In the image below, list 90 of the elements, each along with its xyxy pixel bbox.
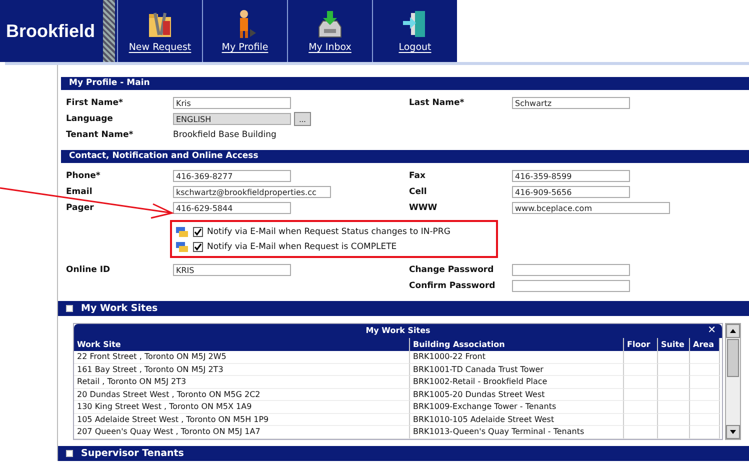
table-cell: [690, 376, 720, 388]
password-field[interactable]: [512, 264, 630, 276]
table-cell: [658, 376, 690, 388]
table-cell: BRK1009-Exchange Tower - Tenants: [410, 401, 624, 414]
table-cell: [658, 426, 690, 438]
field-label: WWW: [409, 203, 438, 213]
inbox-tray-icon: [316, 9, 344, 39]
text-field[interactable]: Schwartz: [512, 97, 630, 109]
table-cell: [624, 376, 658, 388]
table-cell: [658, 414, 690, 426]
lookup-button[interactable]: ...: [294, 112, 311, 126]
table-cell: [624, 388, 658, 401]
brookfield-logo: Brookfield: [0, 0, 103, 62]
section-header: Contact, Notification and Online Access: [61, 150, 749, 163]
table-cell: [624, 414, 658, 426]
field-label: Phone*: [66, 171, 102, 181]
table-cell: 20 Dundas Street West , Toronto ON M5G 2C2: [74, 388, 410, 401]
nav-button[interactable]: My Profile: [202, 0, 287, 62]
envelopes-icon: [175, 240, 189, 252]
field-label: Fax: [409, 171, 427, 181]
language-field[interactable]: ENGLISH: [173, 113, 291, 125]
text-field[interactable]: kschwartz@brookfieldproperties.cc: [173, 186, 331, 198]
table-cell: [658, 351, 690, 364]
scrollbar[interactable]: [725, 323, 741, 440]
table-cell: BRK1013-Queen's Quay Terminal - Tenants: [410, 426, 624, 438]
table-cell: [690, 364, 720, 376]
table-cell: 105 Adelaide Street West , Toronto ON M5H 1P9: [74, 414, 410, 426]
password-field[interactable]: [512, 280, 630, 292]
field-label: Tenant Name*: [66, 130, 134, 140]
table-cell: 207 Queen's Quay West , Toronto ON M5J 1A7: [74, 426, 410, 438]
collapse-grip[interactable]: [103, 0, 117, 62]
checkbox[interactable]: [193, 242, 203, 252]
table-cell: Retail , Toronto ON M5J 2T3: [74, 376, 410, 388]
checkbox-label: Notify via E-Mail when Request is COMPLETE: [207, 242, 397, 252]
expand-icon: [66, 305, 73, 312]
table-cell: [690, 401, 720, 414]
field-label: Language: [66, 114, 114, 124]
nav-button[interactable]: Logout: [372, 0, 457, 62]
field-label: Change Password: [409, 265, 495, 275]
text-field[interactable]: KRIS: [173, 264, 291, 276]
table-cell: [690, 351, 720, 364]
table-cell: [624, 351, 658, 364]
section-header[interactable]: My Work Sites: [58, 301, 749, 316]
column-header[interactable]: Building Association: [410, 338, 624, 351]
scroll-up-icon: [726, 324, 740, 338]
table-cell: BRK1001-TD Canada Trust Tower: [410, 364, 624, 376]
table-cell: [624, 426, 658, 438]
table-cell: [624, 401, 658, 414]
text-field[interactable]: 416-629-5844: [173, 202, 291, 214]
field-label: Last Name*: [409, 98, 466, 108]
table-cell: 130 King Street West , Toronto ON M5X 1A9: [74, 401, 410, 414]
section-header[interactable]: Supervisor Tenants: [58, 446, 749, 460]
table-cell: 22 Front Street , Toronto ON M5J 2W5: [74, 351, 410, 364]
table-cell: [658, 401, 690, 414]
column-header[interactable]: Suite: [658, 338, 690, 351]
text-field[interactable]: www.bceplace.com: [512, 202, 670, 214]
table-cell: [658, 388, 690, 401]
envelopes-icon: [175, 226, 189, 238]
nav-button[interactable]: New Request: [117, 0, 202, 62]
tenant-name: Brookfield Base Building: [173, 130, 276, 140]
field-label: Pager: [66, 203, 95, 213]
table-cell: BRK1000-22 Front: [410, 351, 624, 364]
table-cell: 161 Bay Street , Toronto ON M5J 2T3: [74, 364, 410, 376]
table-cell: [658, 364, 690, 376]
field-label: Online ID: [66, 265, 112, 275]
table-cell: [690, 426, 720, 438]
table-cell: [624, 364, 658, 376]
text-field[interactable]: 416-359-8599: [512, 170, 630, 182]
table-cell: [690, 388, 720, 401]
table-cell: BRK1002-Retail - Brookfield Place: [410, 376, 624, 388]
section-header: My Profile - Main: [61, 77, 749, 90]
table-cell: [690, 414, 720, 426]
nav-button[interactable]: My Inbox: [287, 0, 372, 62]
text-field[interactable]: Kris: [173, 97, 291, 109]
column-header[interactable]: Area: [690, 338, 720, 351]
field-label: Cell: [409, 187, 428, 197]
column-header[interactable]: Floor: [624, 338, 658, 351]
close-button[interactable]: ✕: [708, 325, 716, 337]
table-cell: BRK1010-105 Adelaide Street West: [410, 414, 624, 426]
checkbox[interactable]: [193, 226, 203, 236]
text-field[interactable]: 416-909-5656: [512, 186, 630, 198]
scroll-down-icon: [726, 424, 740, 438]
expand-icon: [66, 450, 73, 456]
text-field[interactable]: 416-369-8277: [173, 170, 291, 182]
field-label: First Name*: [66, 98, 124, 108]
column-header[interactable]: Work Site: [74, 338, 410, 351]
table-cell: BRK1005-20 Dundas Street West: [410, 388, 624, 401]
field-label: Email: [66, 187, 94, 197]
field-label: Confirm Password: [409, 281, 496, 291]
checkbox-label: Notify via E-Mail when Request Status changes to IN-PRG: [207, 226, 450, 236]
